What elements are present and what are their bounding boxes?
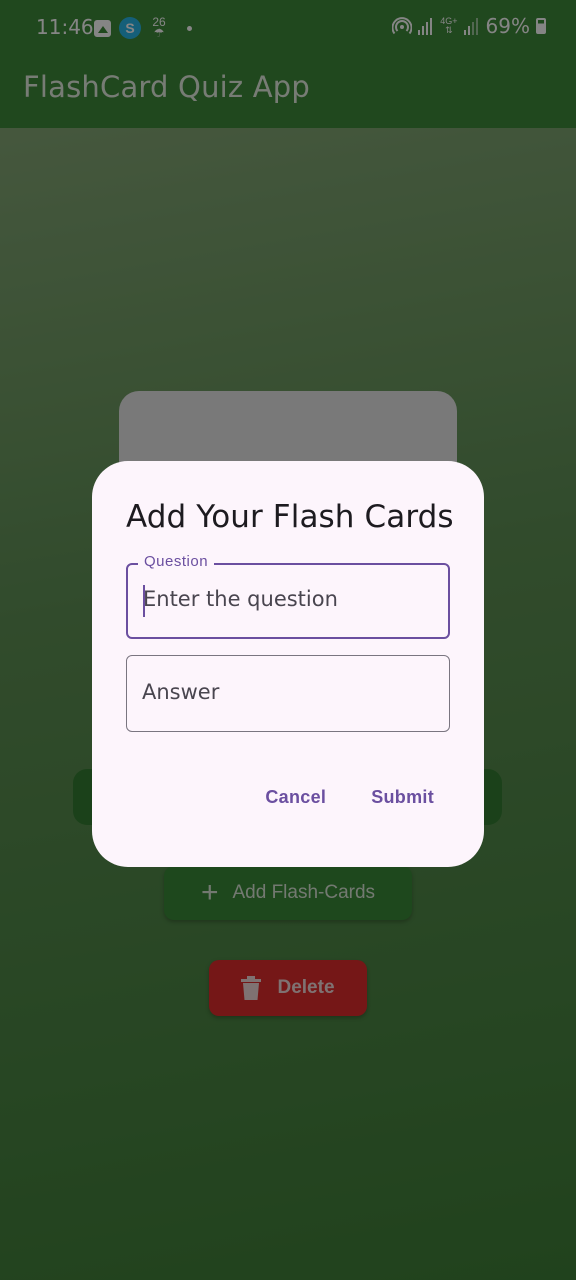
dialog-title: Add Your Flash Cards: [126, 499, 454, 535]
answer-input[interactable]: Answer: [142, 680, 432, 704]
question-field[interactable]: Question Enter the question: [126, 553, 450, 639]
cancel-button[interactable]: Cancel: [265, 787, 326, 808]
dialog-actions: Cancel Submit: [265, 787, 434, 808]
submit-button[interactable]: Submit: [371, 787, 434, 808]
answer-field[interactable]: Answer: [126, 655, 450, 732]
add-flashcard-dialog: Add Your Flash Cards Question Enter the …: [92, 461, 484, 867]
question-label: Question: [138, 553, 215, 570]
question-input[interactable]: Enter the question: [143, 587, 433, 611]
